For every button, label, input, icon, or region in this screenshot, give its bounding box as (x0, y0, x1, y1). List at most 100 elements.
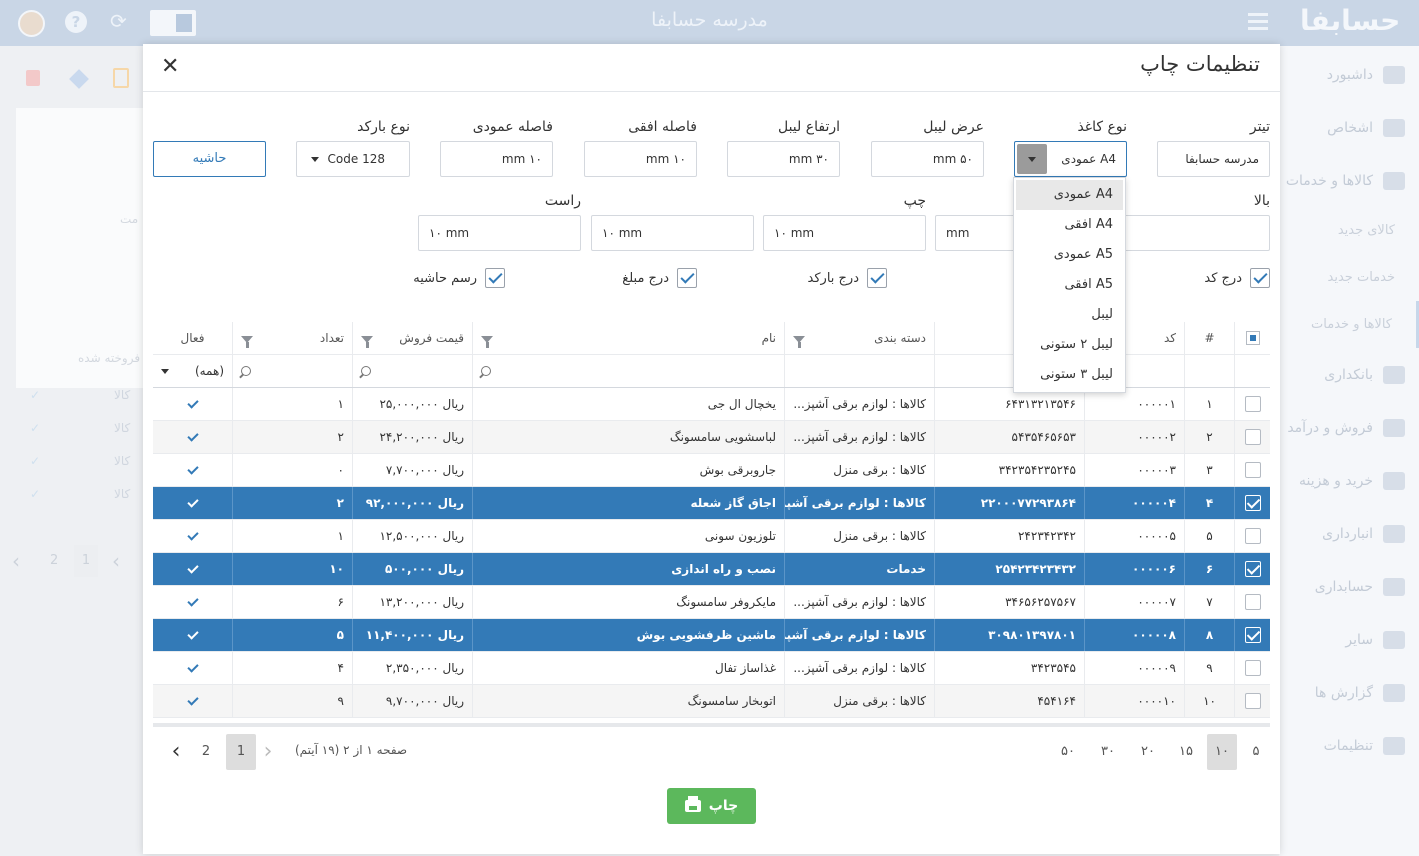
row-select-checkbox[interactable] (1234, 421, 1270, 453)
sidebar-item-banking[interactable]: بانکداری (1279, 348, 1419, 401)
table-row[interactable]: ۵ ۰۰۰۰۰۵ ۲۴۲۳۴۲۳۴۲ کالاها : برقی منزل تلوزیو… (153, 520, 1270, 553)
filter-icon[interactable] (241, 335, 253, 348)
left-margin-input[interactable]: ۱۰ mm (591, 215, 754, 251)
page-1[interactable]: 1 (226, 734, 256, 770)
row-category: کالاها : لوازم برقی آشپز... (784, 388, 934, 420)
price-filter[interactable] (352, 355, 472, 387)
sidebar-item-other[interactable]: سایر (1279, 613, 1419, 666)
draw-border-checkbox[interactable]: رسم حاشیه (413, 268, 505, 288)
active-filter-select[interactable]: (همه) (153, 355, 232, 387)
sidebar-item-warehouse[interactable]: انبارداری (1279, 507, 1419, 560)
paper-option[interactable]: A4 افقی (1016, 210, 1123, 240)
prev-page-icon[interactable]: ‹ (163, 734, 189, 770)
row-select-checkbox[interactable] (1234, 553, 1270, 585)
sidebar-item-dashboard[interactable]: داشبورد (1279, 48, 1419, 101)
row-select-checkbox[interactable] (1234, 619, 1270, 651)
title-input[interactable]: مدرسه حسابفا (1157, 141, 1270, 177)
page-size-50[interactable]: ۵۰ (1055, 734, 1081, 770)
sidebar-item-sales[interactable]: فروش و درآمد (1279, 401, 1419, 454)
label-width-label: عرض لیبل (923, 119, 984, 135)
sidebar-subitem-new-service[interactable]: خدمات جدید (1279, 254, 1419, 301)
sidebar-item-reports[interactable]: گزارش ها (1279, 666, 1419, 719)
page-size-5[interactable]: ۵ (1243, 734, 1269, 770)
background-row: ✓ کالا (30, 421, 131, 435)
name-filter[interactable] (472, 355, 784, 387)
frame-button[interactable]: حاشیه (153, 141, 266, 177)
hamburger-menu-icon[interactable] (1248, 13, 1268, 34)
paper-option[interactable]: لیبل ۲ ستونی (1016, 330, 1123, 360)
page-size-15[interactable]: ۱۵ (1173, 734, 1199, 770)
sidebar-item-products[interactable]: کالاها و خدمات (1279, 154, 1419, 207)
row-select-checkbox[interactable] (1234, 388, 1270, 420)
row-select-checkbox[interactable] (1234, 685, 1270, 717)
row-select-checkbox[interactable] (1234, 520, 1270, 552)
header-price[interactable]: قیمت فروش (352, 322, 472, 354)
print-button[interactable]: چاپ (667, 788, 756, 824)
header-name[interactable]: نام (472, 322, 784, 354)
header-category[interactable]: دسته بندی (784, 322, 934, 354)
row-select-checkbox[interactable] (1234, 586, 1270, 618)
bottom-margin-input[interactable]: ۱۰ mm (763, 215, 926, 251)
sidebar-subitem-new-product[interactable]: کالای جدید (1279, 207, 1419, 254)
table-row[interactable]: ۸ ۰۰۰۰۰۸ ۳۰۹۸۰۱۳۹۷۸۰۱ کالاها : لوازم برقی آ… (153, 619, 1270, 652)
header-active[interactable]: فعال (153, 322, 232, 354)
delete-icon[interactable] (26, 70, 40, 86)
page-size-20[interactable]: ۲۰ (1135, 734, 1161, 770)
barcode-type-select[interactable]: Code 128 (296, 141, 410, 177)
label-width-input[interactable]: ۵۰ mm (871, 141, 984, 177)
paper-type-select[interactable]: A4 عمودی (1014, 141, 1127, 177)
table-row[interactable]: ۹ ۰۰۰۰۰۹ ۳۴۲۳۵۴۵ کالاها : لوازم برقی آشپز..… (153, 652, 1270, 685)
sidebar-item-purchases[interactable]: خرید و هزینه (1279, 454, 1419, 507)
category-filter[interactable] (784, 355, 934, 387)
row-price: ریال ۹۲,۰۰۰,۰۰۰ (352, 487, 472, 519)
qty-filter[interactable] (232, 355, 352, 387)
row-code: ۰۰۰۰۰۳ (1084, 454, 1184, 486)
sidebar-item-persons[interactable]: اشخاص (1279, 101, 1419, 154)
label-height-input[interactable]: ۳۰ mm (727, 141, 840, 177)
next-page-icon[interactable]: › (255, 734, 281, 770)
row-select-checkbox[interactable] (1234, 652, 1270, 684)
row-barcode: ۲۵۴۲۳۴۲۳۴۳۲ (934, 553, 1084, 585)
table-row[interactable]: ۱۰ ۰۰۰۰۱۰ ۴۵۴۱۶۴ کالاها : برقی منزل اتوبخار … (153, 685, 1270, 718)
paper-option[interactable]: لیبل (1016, 300, 1123, 330)
table-row[interactable]: ۴ ۰۰۰۰۰۴ ۲۲۰۰۰۷۷۲۹۳۸۶۴ کالاها : لوازم برقی … (153, 487, 1270, 520)
row-qty: ۴ (232, 652, 352, 684)
select-all-checkbox[interactable] (1234, 322, 1270, 354)
horizontal-gap-input[interactable]: ۱۰ mm (584, 141, 697, 177)
filter-icon[interactable] (361, 335, 373, 348)
page-size-10[interactable]: ۱۰ (1207, 734, 1237, 770)
paper-option[interactable]: A5 افقی (1016, 270, 1123, 300)
table-row[interactable]: ۶ ۰۰۰۰۰۶ ۲۵۴۲۳۴۲۳۴۳۲ خدمات نصب و راه اندازی ر… (153, 553, 1270, 586)
include-barcode-checkbox[interactable]: درج بارکد (808, 268, 887, 288)
sidebar-item-settings[interactable]: تنظیمات (1279, 719, 1419, 772)
include-code-checkbox[interactable]: درج کد (1204, 268, 1270, 288)
close-icon[interactable]: ✕ (161, 54, 179, 79)
right-margin-input[interactable]: ۱۰ mm (418, 215, 581, 251)
chart-icon (1383, 683, 1405, 702)
table-row[interactable]: ۲ ۰۰۰۰۰۲ ۵۴۳۵۴۶۵۶۵۳ کالاها : لوازم برقی آشپ… (153, 421, 1270, 454)
table-row[interactable]: ۷ ۰۰۰۰۰۷ ۳۴۶۵۶۲۵۷۵۶۷ کالاها : لوازم برقی آش… (153, 586, 1270, 619)
row-barcode: ۴۵۴۱۶۴ (934, 685, 1084, 717)
horizontal-scrollbar[interactable] (153, 723, 1270, 727)
row-select-checkbox[interactable] (1234, 487, 1270, 519)
sidebar-subitem-products-list[interactable]: کالاها و خدمات (1279, 301, 1419, 348)
paper-option[interactable]: لیبل ۳ ستونی (1016, 360, 1123, 390)
row-active (153, 586, 232, 618)
edit-icon[interactable] (69, 69, 89, 89)
add-document-icon[interactable] (113, 68, 129, 88)
table-row[interactable]: ۳ ۰۰۰۰۰۳ ۳۴۲۳۵۴۲۳۵۲۴۵ کالاها : برقی منزل جار… (153, 454, 1270, 487)
chevron-down-icon[interactable] (1017, 144, 1047, 174)
filter-icon[interactable] (793, 335, 805, 348)
modal-header: تنظیمات چاپ ✕ (143, 44, 1280, 92)
paper-option[interactable]: A5 عمودی (1016, 240, 1123, 270)
row-select-checkbox[interactable] (1234, 454, 1270, 486)
page-size-30[interactable]: ۳۰ (1095, 734, 1121, 770)
include-amount-checkbox[interactable]: درج مبلغ (622, 268, 697, 288)
filter-icon[interactable] (481, 335, 493, 348)
row-code: ۰۰۰۰۰۴ (1084, 487, 1184, 519)
header-qty[interactable]: تعداد (232, 322, 352, 354)
sidebar-item-accounting[interactable]: حسابداری (1279, 560, 1419, 613)
page-2[interactable]: 2 (193, 734, 219, 770)
paper-option[interactable]: A4 عمودی (1016, 180, 1123, 210)
vertical-gap-input[interactable]: ۱۰ mm (440, 141, 553, 177)
